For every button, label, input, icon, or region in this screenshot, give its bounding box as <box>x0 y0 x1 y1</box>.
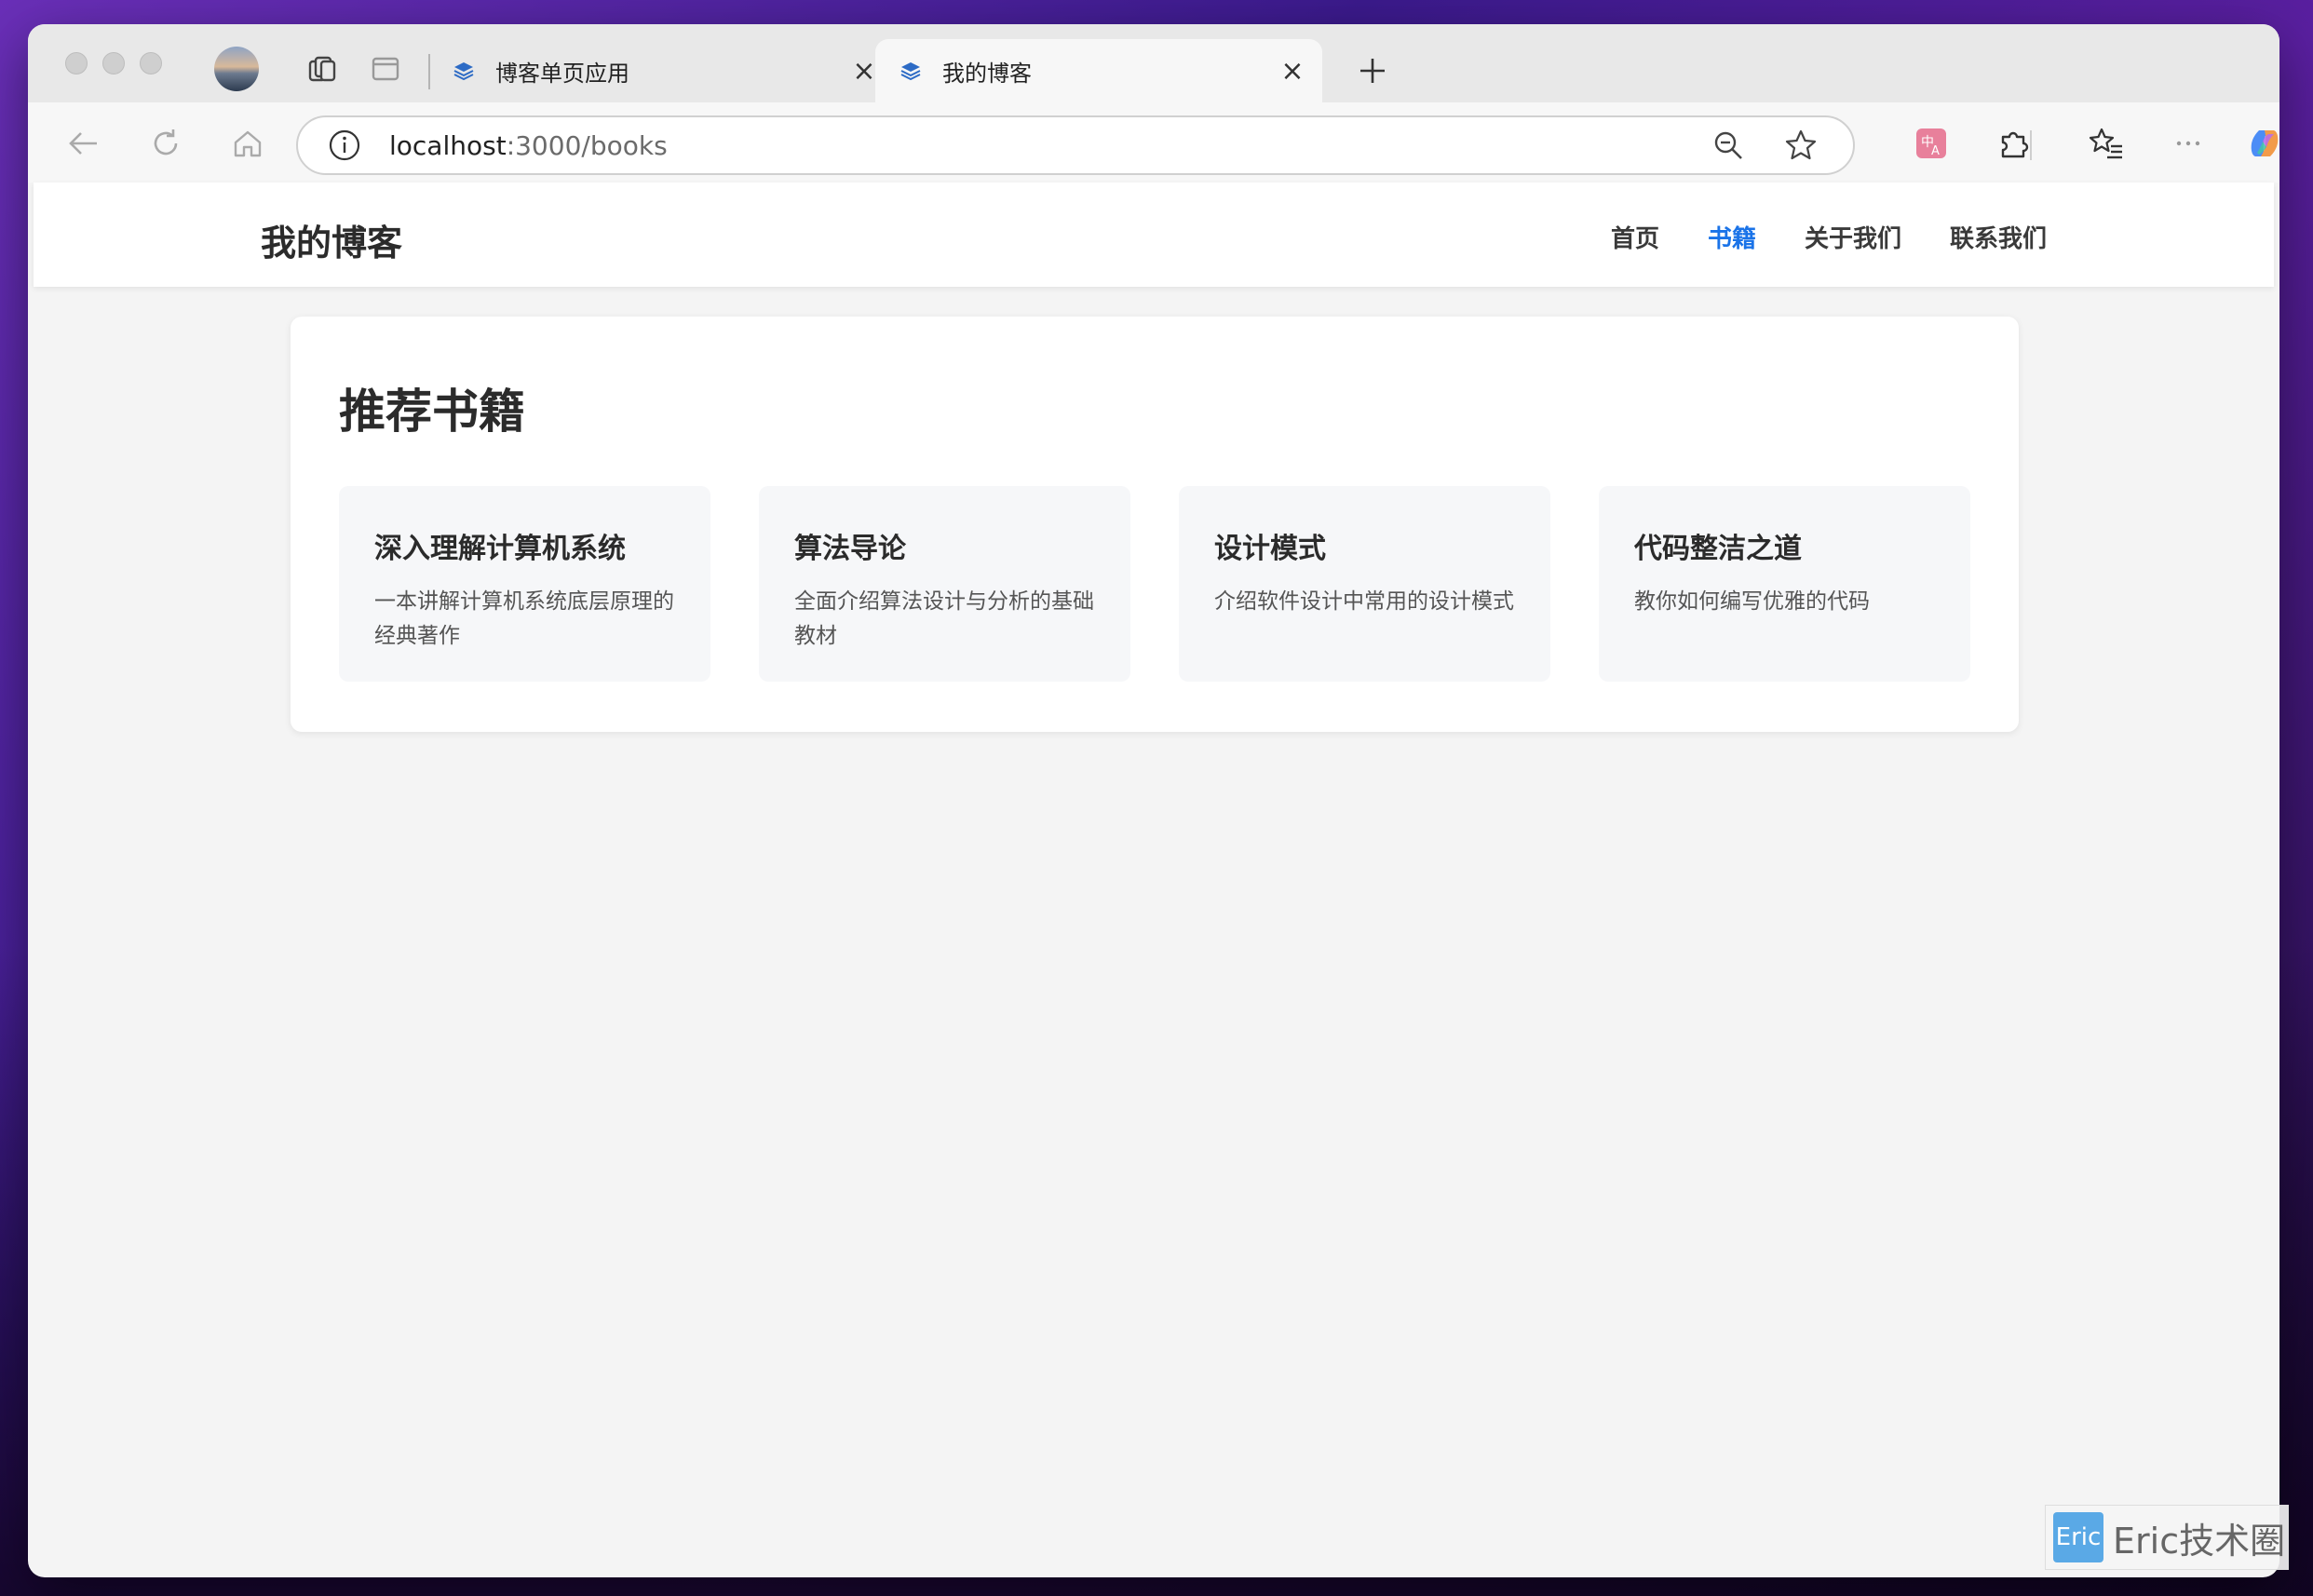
home-icon[interactable] <box>225 121 270 166</box>
url-host: localhost <box>389 129 507 161</box>
tab-blog-spa[interactable]: 博客单页应用 × <box>428 39 894 102</box>
book-description: 介绍软件设计中常用的设计模式 <box>1214 589 1514 614</box>
zoom-out-icon[interactable] <box>1708 125 1749 166</box>
nav-home[interactable]: 首页 <box>1611 220 1659 254</box>
book-description: 教你如何编写优雅的代码 <box>1634 589 1870 614</box>
url-path: :3000/books <box>506 129 668 161</box>
book-title: 设计模式 <box>1214 533 1326 565</box>
site-info-icon[interactable] <box>326 127 363 164</box>
book-title: 代码整洁之道 <box>1634 533 1802 565</box>
extensions-icon[interactable] <box>1991 121 2036 166</box>
new-tab-button[interactable] <box>1350 48 1395 93</box>
close-window-button[interactable] <box>65 52 88 74</box>
profile-avatar[interactable] <box>214 47 259 91</box>
collections-icon[interactable] <box>304 50 341 88</box>
copilot-icon[interactable] <box>2242 121 2279 166</box>
nav-books[interactable]: 书籍 <box>1708 220 1756 254</box>
tab-my-blog[interactable]: 我的博客 × <box>875 39 1322 102</box>
site-logo[interactable]: 我的博客 <box>261 214 402 265</box>
reload-icon[interactable] <box>143 121 188 166</box>
watermark-badge: Eric <box>2053 1512 2103 1562</box>
translate-icon[interactable]: 中A <box>1909 121 1954 166</box>
book-title: 算法导论 <box>794 533 906 565</box>
book-card[interactable]: 设计模式 介绍软件设计中常用的设计模式 <box>1179 486 1550 682</box>
book-card[interactable]: 算法导论 全面介绍算法设计与分析的基础教材 <box>759 486 1130 682</box>
tab-title: 我的博客 <box>942 60 1032 87</box>
book-title: 深入理解计算机系统 <box>374 533 626 565</box>
back-icon[interactable] <box>61 121 106 166</box>
svg-text:A: A <box>1931 144 1940 158</box>
layers-icon <box>451 58 477 84</box>
book-card[interactable]: 代码整洁之道 教你如何编写优雅的代码 <box>1599 486 1970 682</box>
minimize-window-button[interactable] <box>102 52 125 74</box>
tab-strip: 博客单页应用 × 我的博客 × <box>28 24 2279 102</box>
layers-icon <box>898 58 924 84</box>
vertical-tabs-icon[interactable] <box>367 50 404 88</box>
book-description: 一本讲解计算机系统底层原理的经典著作 <box>374 589 674 648</box>
book-grid: 深入理解计算机系统 一本讲解计算机系统底层原理的经典著作 算法导论 全面介绍算法… <box>339 486 1970 682</box>
window-controls <box>65 52 162 74</box>
maximize-window-button[interactable] <box>140 52 162 74</box>
section-title: 推荐书籍 <box>339 385 525 439</box>
more-options-icon[interactable] <box>2166 121 2211 166</box>
close-tab-icon[interactable]: × <box>1276 54 1309 88</box>
book-card[interactable]: 深入理解计算机系统 一本讲解计算机系统底层原理的经典著作 <box>339 486 710 682</box>
favorite-star-icon[interactable] <box>1780 125 1821 166</box>
url-text[interactable]: localhost:3000/books <box>389 130 1708 161</box>
books-card: 推荐书籍 深入理解计算机系统 一本讲解计算机系统底层原理的经典著作 算法导论 全… <box>291 317 2019 732</box>
address-bar[interactable]: localhost:3000/books <box>296 115 1855 175</box>
browser-toolbar: localhost:3000/books 中A <box>28 102 2279 183</box>
watermark: Eric Eric技术圈 <box>2045 1505 2289 1570</box>
site-nav: 首页 书籍 关于我们 联系我们 <box>1611 220 2047 254</box>
site-header: 我的博客 首页 书籍 关于我们 联系我们 <box>34 183 2274 287</box>
nav-contact[interactable]: 联系我们 <box>1950 220 2047 254</box>
favorites-icon[interactable] <box>2084 121 2129 166</box>
watermark-text: Eric技术圈 <box>2113 1520 2286 1562</box>
book-description: 全面介绍算法设计与分析的基础教材 <box>794 589 1094 648</box>
toolbar-divider <box>2030 130 2032 160</box>
browser-window: 博客单页应用 × 我的博客 × localhost:3000/books 中 A… <box>28 24 2279 1577</box>
tab-title: 博客单页应用 <box>495 60 629 87</box>
page-viewport: 我的博客 首页 书籍 关于我们 联系我们 推荐书籍 深入理解计算机系统 一本讲解… <box>34 183 2274 1574</box>
nav-about[interactable]: 关于我们 <box>1805 220 1901 254</box>
